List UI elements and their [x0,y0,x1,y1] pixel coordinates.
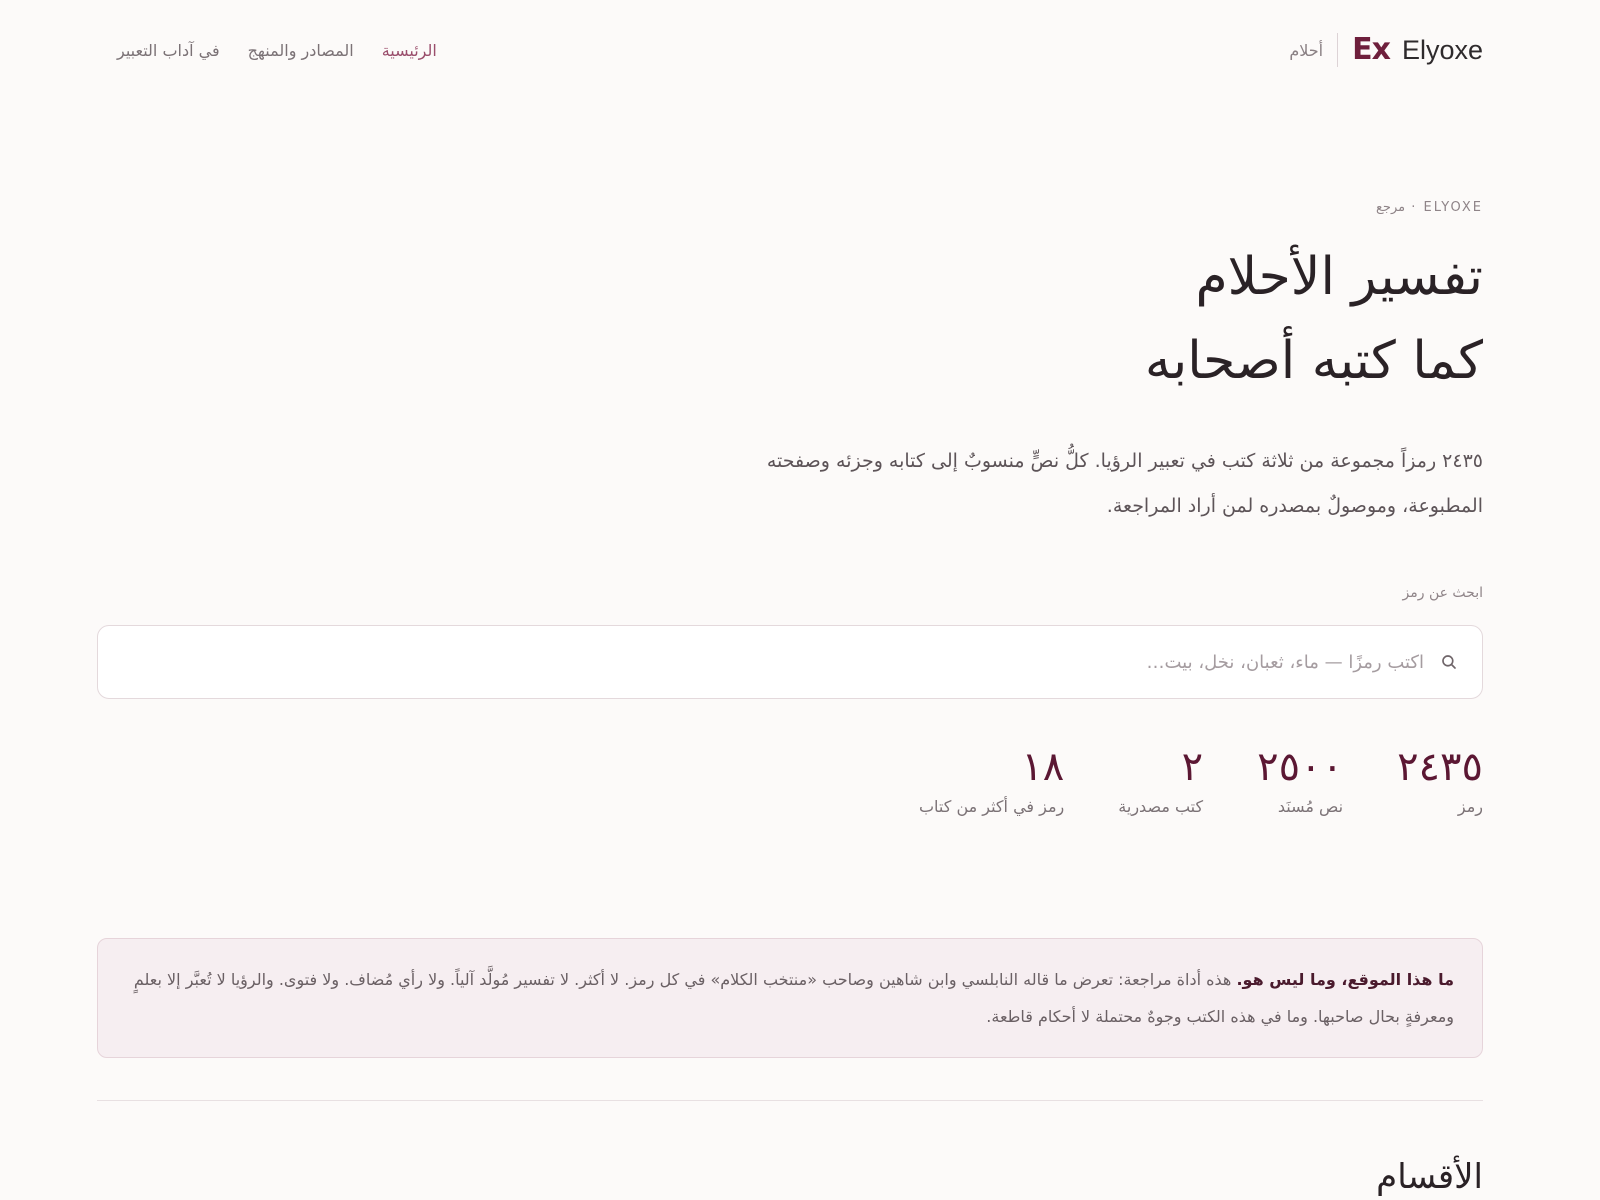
stats: ٢٤٣٥ رمز ٢٥٠٠ نص مُسنَد ٢ كتب مصدرية ١٨ … [117,743,1483,816]
stat-label: رمز في أكثر من كتاب [918,797,1065,816]
main-nav: الرئيسية المصادر والمنهج في آداب التعبير [117,41,437,60]
stat-value: ٢٥٠٠ [1257,744,1344,790]
hero: ELYOXE · مرجع تفسير الأحلام كما كتبه أصح… [97,200,1483,816]
stat-texts: ٢٥٠٠ نص مُسنَد [1257,743,1343,816]
stat-label: نص مُسنَد [1277,797,1344,816]
stat-value: ٢٤٣٥ [1397,744,1483,790]
search-icon [1438,651,1460,673]
about-note: ما هذا الموقع، وما ليس هو. هذه أداة مراج… [97,938,1483,1058]
page-title: تفسير الأحلام كما كتبه أصحابه [117,235,1483,403]
search-box[interactable] [97,625,1483,699]
sections-title: الأقسام [1376,1157,1483,1197]
brand-logo-text: Ex [1352,32,1391,67]
brand-divider [1337,33,1339,67]
nav-link-sources[interactable]: المصادر والمنهج [248,41,354,60]
hero-description: ٢٤٣٥ رمزاً مجموعة من ثلاثة كتب في تعبير … [766,450,1483,517]
about-note-lead: ما هذا الموقع، وما ليس هو. [1236,970,1454,989]
hero-eyebrow: ELYOXE · مرجع [1376,200,1483,215]
search-input[interactable] [120,651,1424,673]
search-label: ابحث عن رمز [1402,585,1483,601]
nav-link-home[interactable]: الرئيسية [382,41,437,60]
brand-name: Elyoxe [1401,34,1483,65]
brand-section-label: أحلام [1289,40,1324,60]
stat-shared-symbols: ١٨ رمز في أكثر من كتاب [919,743,1064,816]
stat-value: ٢ [1181,744,1204,790]
brand-logo: Ex [1352,32,1391,67]
divider [97,1100,1483,1101]
brand-home-link[interactable]: Ex Elyoxe [1352,35,1483,65]
header: Ex Elyoxe أحلام الرئيسية المصادر والمنهج… [117,0,1483,100]
brand-group: Ex Elyoxe أحلام [1289,33,1483,67]
stat-label: كتب مصدرية [1118,797,1204,816]
stat-label: رمز [1457,797,1483,816]
nav-link-etiquette[interactable]: في آداب التعبير [117,41,220,60]
page: Ex Elyoxe أحلام الرئيسية المصادر والمنهج… [0,0,1600,1200]
page-title-line-2: كما كتبه أصحابه [1144,331,1483,391]
stat-books: ٢ كتب مصدرية [1118,743,1203,816]
stat-symbols: ٢٤٣٥ رمز [1397,743,1483,816]
page-title-line-1: تفسير الأحلام [1195,247,1483,307]
stat-value: ١٨ [1021,744,1065,790]
